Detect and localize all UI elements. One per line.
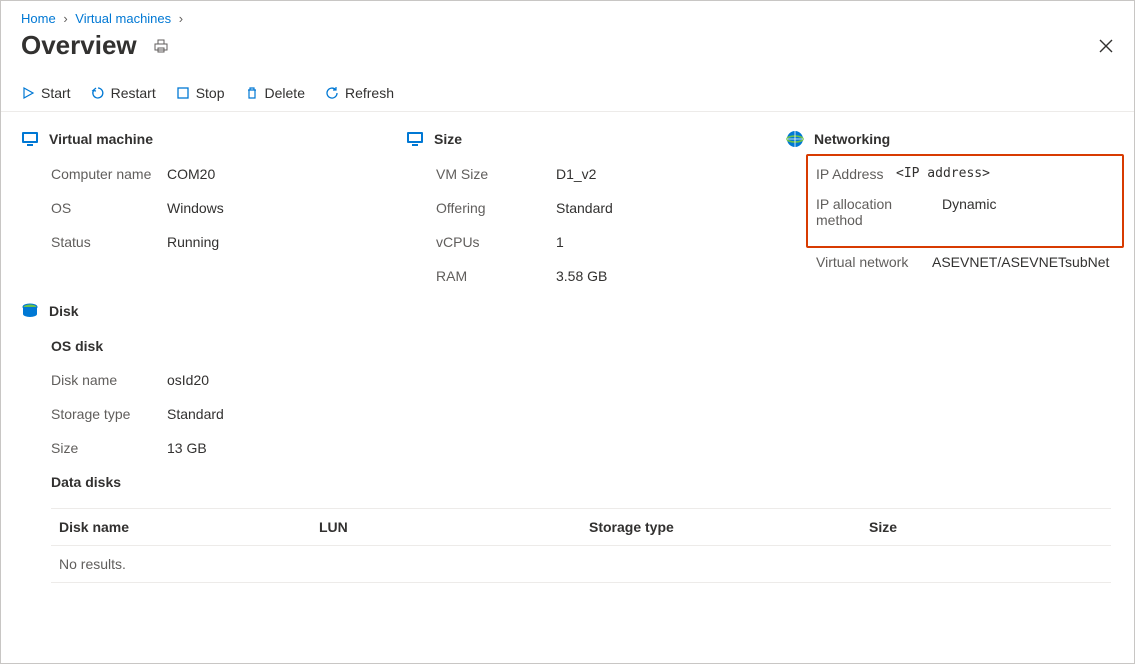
delete-label: Delete [265,85,305,101]
globe-icon [786,130,804,148]
offering-label: Offering [436,200,556,216]
toolbar: Start Restart Stop Delete Refresh [1,75,1134,112]
ram-value: 3.58 GB [556,268,607,284]
chevron-right-icon: › [179,11,183,26]
ip-value: <IP address> [896,166,990,182]
networking-highlight: IP Address<IP address> IP allocation met… [806,154,1124,248]
refresh-button[interactable]: Refresh [325,85,394,101]
monitor-icon [21,130,39,148]
start-label: Start [41,85,71,101]
vcpus-label: vCPUs [436,234,556,250]
storagetype-value: Standard [167,406,224,422]
restart-icon [91,86,105,100]
status-label: Status [51,234,167,250]
computer-name-label: Computer name [51,166,167,182]
os-disk-heading: OS disk [51,338,1114,354]
stop-label: Stop [196,85,225,101]
delete-button[interactable]: Delete [245,85,305,101]
start-button[interactable]: Start [21,85,71,101]
ip-label: IP Address [816,166,896,182]
play-icon [21,86,35,100]
vnet-value: ASEVNET/ASEVNETsubNet [932,254,1109,270]
disk-heading: Disk [49,303,79,319]
print-icon[interactable] [153,38,169,54]
restart-button[interactable]: Restart [91,85,156,101]
disksize-label: Size [51,440,167,456]
disk-icon [21,302,39,320]
disk-card: Disk OS disk Disk nameosId20 Storage typ… [1,302,1134,583]
vmsize-label: VM Size [436,166,556,182]
col-diskname: Disk name [59,519,319,535]
monitor-icon [406,130,424,148]
vmsize-value: D1_v2 [556,166,596,182]
close-icon[interactable] [1098,38,1114,54]
chevron-right-icon: › [63,11,67,26]
size-heading: Size [434,131,462,147]
vnet-label: Virtual network [816,254,932,270]
refresh-label: Refresh [345,85,394,101]
vm-heading: Virtual machine [49,131,153,147]
col-size: Size [869,519,1103,535]
breadcrumb-home[interactable]: Home [21,11,56,26]
no-results: No results. [59,556,319,572]
alloc-label: IP allocation method [816,196,942,228]
col-storage: Storage type [589,519,869,535]
vcpus-value: 1 [556,234,564,250]
offering-value: Standard [556,200,613,216]
data-disks-heading: Data disks [51,474,1114,490]
storagetype-label: Storage type [51,406,167,422]
titlebar: Overview [1,30,1134,75]
diskname-label: Disk name [51,372,167,388]
restart-label: Restart [111,85,156,101]
alloc-value: Dynamic [942,196,996,228]
trash-icon [245,86,259,100]
os-label: OS [51,200,167,216]
disksize-value: 13 GB [167,440,207,456]
col-lun: LUN [319,519,589,535]
os-value: Windows [167,200,224,216]
stop-icon [176,86,190,100]
table-row: No results. [51,546,1111,583]
breadcrumb: Home › Virtual machines › [1,1,1134,30]
stop-button[interactable]: Stop [176,85,225,101]
ram-label: RAM [436,268,556,284]
status-value: Running [167,234,219,250]
vm-card: Virtual machine Computer nameCOM20 OSWin… [21,130,396,302]
diskname-value: osId20 [167,372,209,388]
networking-card: Networking IP Address<IP address> IP all… [786,130,1114,302]
page-title: Overview [21,30,137,61]
computer-name-value: COM20 [167,166,215,182]
refresh-icon [325,86,339,100]
size-card: Size VM SizeD1_v2 OfferingStandard vCPUs… [406,130,776,302]
networking-heading: Networking [814,131,890,147]
breadcrumb-vms[interactable]: Virtual machines [75,11,171,26]
data-disks-table: Disk name LUN Storage type Size No resul… [51,508,1111,583]
